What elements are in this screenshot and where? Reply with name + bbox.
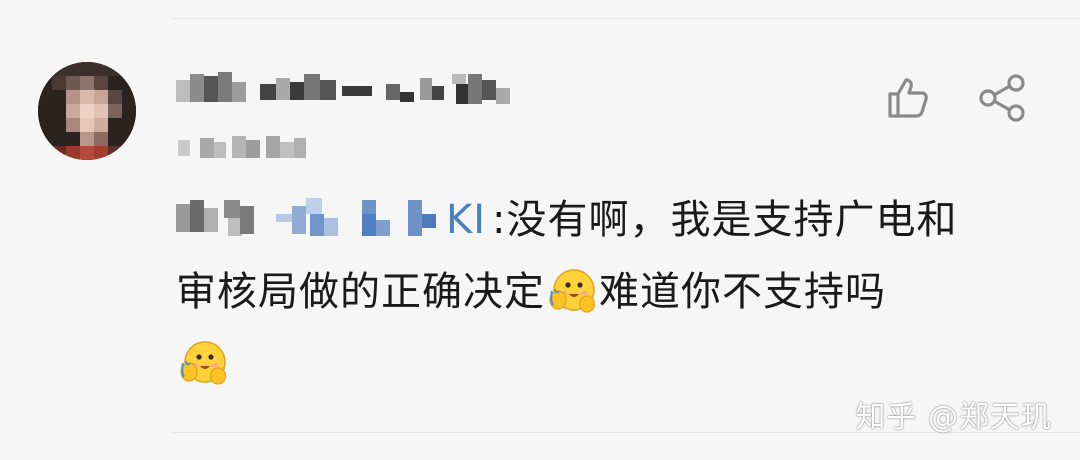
comment-text-part3: 难道你不支持吗: [599, 269, 886, 315]
comment-line-2: 审核局做的正确决定 难道你不支持吗: [176, 256, 1056, 328]
comment-body: KI :没有啊，我是支持广电和 审核局做的正确决定 难道你不支持吗: [176, 184, 1056, 400]
watermark: 知乎 @郑天玑: [855, 400, 1052, 435]
thumbs-up-icon: [888, 78, 928, 118]
comment-line-1: KI :没有啊，我是支持广电和: [176, 184, 1056, 256]
author-name[interactable]: [176, 70, 521, 118]
mention-obscured: [176, 198, 436, 236]
comment-line-3: [176, 328, 1056, 400]
top-divider: [172, 18, 1080, 19]
author-avatar[interactable]: [38, 62, 136, 160]
like-button[interactable]: [884, 74, 932, 122]
share-icon: [979, 74, 1025, 122]
mention-name-tail: KI: [446, 197, 487, 243]
hugging-emoji-icon: [180, 341, 227, 385]
comment-timestamp: [176, 132, 311, 162]
comment-text-part2: 审核局做的正确决定: [176, 269, 545, 315]
comment-text-part1: :没有啊，我是支持广电和: [492, 197, 958, 243]
share-button[interactable]: [976, 74, 1028, 122]
mention-link[interactable]: KI: [176, 196, 486, 244]
hugging-emoji-icon: [549, 269, 596, 313]
